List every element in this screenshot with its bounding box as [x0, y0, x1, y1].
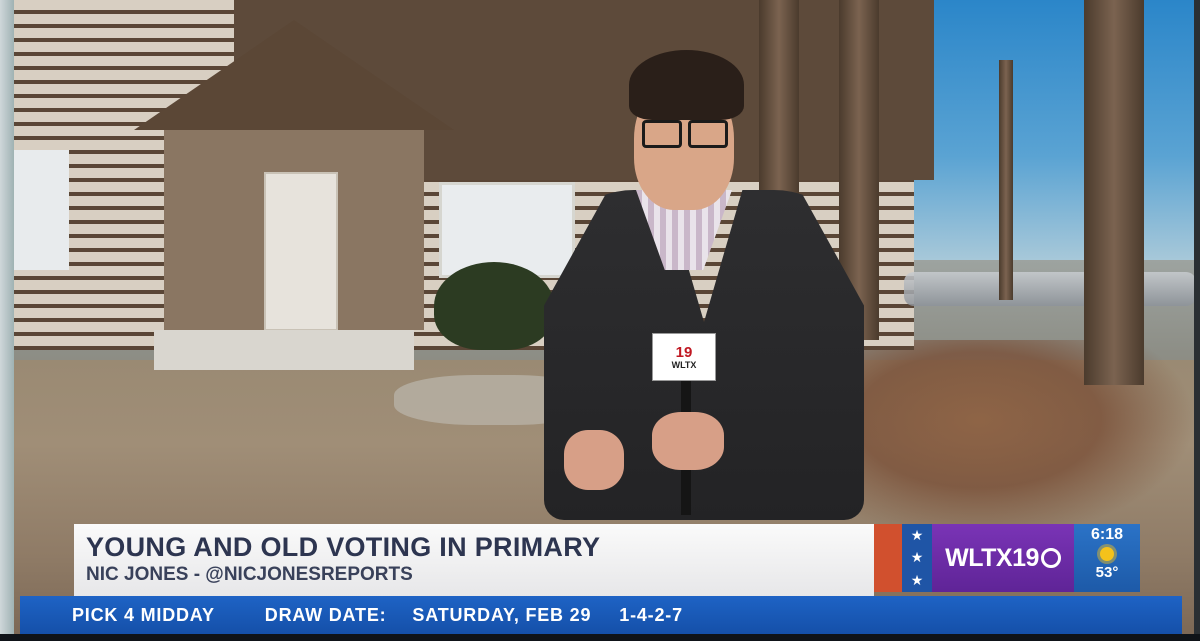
cabin-window-left: [14, 150, 69, 270]
star-icon: ★: [910, 572, 924, 589]
temperature: 53°: [1095, 564, 1119, 581]
flag-stars: ★ ★ ★: [902, 524, 932, 592]
reporter-hand-right: [652, 412, 724, 470]
headline: YOUNG AND OLD VOTING IN PRIMARY: [86, 532, 601, 562]
tv-bezel-bottom: [0, 634, 1200, 641]
ticker-game-label: PICK 4 MIDDAY: [72, 604, 215, 625]
ticker-numbers: 1-4-2-7: [619, 604, 683, 625]
tree-trunk: [999, 60, 1013, 300]
porch-gable: [134, 20, 454, 130]
station-logo: WLTX19: [932, 524, 1074, 592]
mic-flag-call: WLTX: [671, 359, 697, 370]
sun-icon: [1100, 547, 1114, 561]
lower-third: YOUNG AND OLD VOTING IN PRIMARY NIC JONE…: [74, 524, 874, 596]
station-logo-text: WLTX19: [945, 543, 1039, 572]
cbs-eye-icon: [1040, 548, 1061, 568]
reporter-hair: [629, 50, 744, 120]
clock-time: 6:18: [1090, 526, 1124, 543]
reporter-hand-left: [564, 430, 624, 490]
tv-bezel-left: [0, 0, 14, 641]
ticker-date-value: SATURDAY, FEB 29: [412, 604, 592, 625]
parked-cars: [904, 272, 1196, 306]
mic-flag: 19 WLTX: [652, 333, 716, 381]
mic-flag-number: 19: [675, 343, 693, 361]
cabin-door: [264, 172, 338, 331]
ticker-date-label: DRAW DATE:: [264, 604, 387, 625]
glasses: [642, 120, 728, 148]
star-icon: ★: [910, 526, 924, 543]
lottery-ticker: PICK 4 MIDDAY DRAW DATE: SATURDAY, FEB 2…: [20, 596, 1182, 634]
byline: NIC JONES - @NICJONESREPORTS: [86, 564, 413, 585]
tree-trunk: [1084, 0, 1144, 385]
tv-bezel-right: [1194, 0, 1200, 641]
flag-red-stripe: [874, 524, 902, 592]
porch-steps: [154, 330, 414, 370]
star-icon: ★: [910, 549, 924, 566]
time-weather-box: 6:18 53°: [1074, 524, 1140, 592]
reporter: 19 WLTX: [524, 40, 864, 580]
